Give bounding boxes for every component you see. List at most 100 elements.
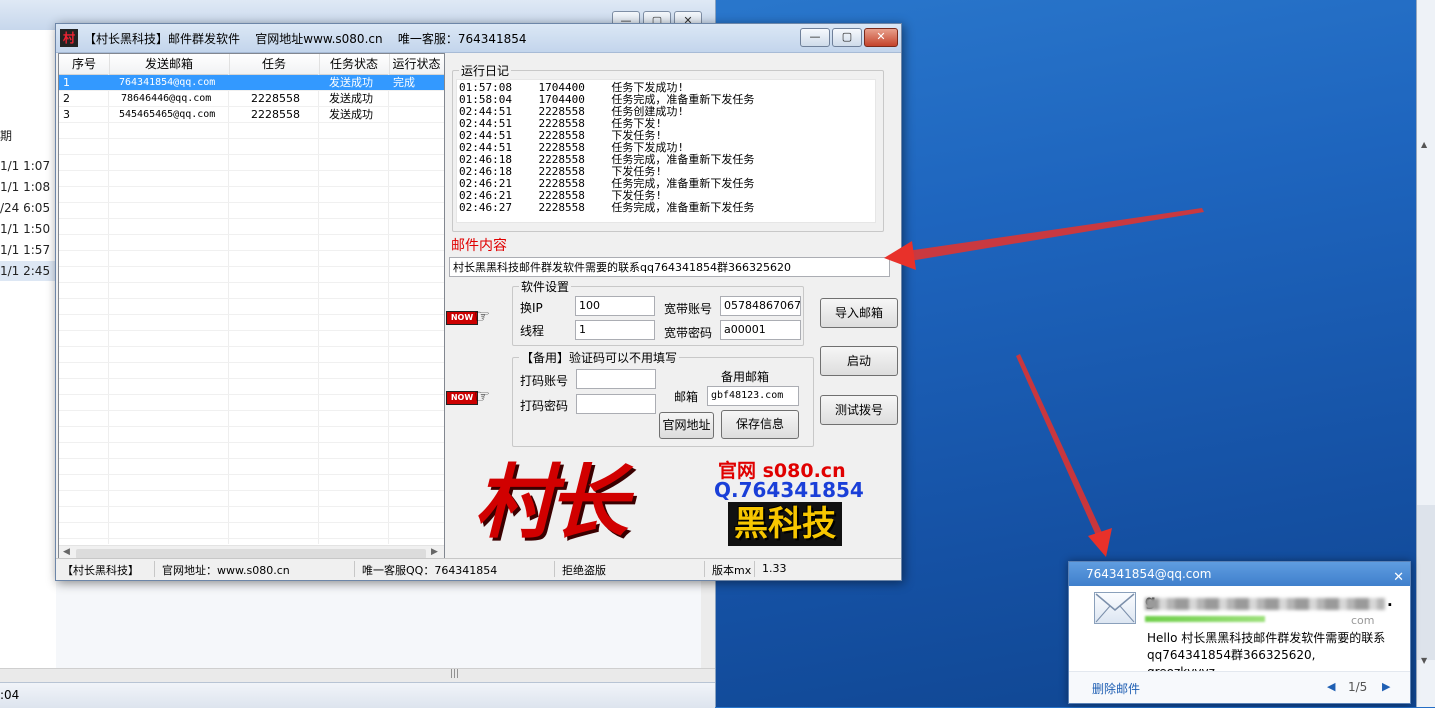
background-status-bar: :04 xyxy=(0,682,715,708)
notification-header: 764341854@qq.com ✕ xyxy=(1069,562,1410,586)
banner-tech-text: 黑科技 xyxy=(728,502,842,546)
backup-mail-label: 备用邮箱 xyxy=(721,370,770,384)
table-row[interactable]: 1 764341854@qq.com 发送成功 完成 xyxy=(59,75,444,90)
grid-line xyxy=(59,266,444,267)
right-edge-scroll-track[interactable] xyxy=(1417,505,1435,660)
background-row-time[interactable]: 1/1 1:08 xyxy=(0,177,56,197)
envelope-icon xyxy=(1094,592,1136,624)
software-settings-caption: 软件设置 xyxy=(519,278,572,295)
grid-line xyxy=(59,250,444,251)
sender-tail: . xyxy=(1387,592,1393,610)
pointing-hand-icon: ☞ xyxy=(474,306,491,327)
status-version-label: 版本mx xyxy=(712,564,752,577)
broadband-password-input[interactable]: a00001 xyxy=(720,320,801,340)
grid-line xyxy=(59,218,444,219)
run-log-textarea[interactable]: 01:57:08 1704400 任务下发成功! 01:58:04 170440… xyxy=(456,79,876,223)
row-no: 3 xyxy=(63,108,70,121)
banner-qq-text: Q.764341854 xyxy=(714,478,864,502)
mailbox-input[interactable]: gbf48123.com xyxy=(707,386,799,406)
grid-line xyxy=(59,362,444,363)
save-info-button[interactable]: 保存信息 xyxy=(721,410,799,439)
brand-banner: 村长 官网 s080.cn Q.764341854 黑科技 xyxy=(456,452,900,556)
grid-line xyxy=(59,394,444,395)
grid-line xyxy=(59,522,444,523)
background-row-time[interactable]: 1/1 1:50 xyxy=(0,219,56,239)
thread-input[interactable]: 1 xyxy=(575,320,655,340)
mailbox-label: 邮箱 xyxy=(674,390,699,404)
close-icon[interactable]: ✕ xyxy=(1393,566,1404,590)
status-anti-piracy: 拒绝盗版 xyxy=(562,564,606,577)
column-header-task-status[interactable]: 任务状态 xyxy=(319,54,390,74)
row-no: 2 xyxy=(63,92,70,105)
scroll-down-arrow-icon[interactable]: ▼ xyxy=(1421,656,1427,665)
grid-line xyxy=(59,234,444,235)
captcha-password-label: 打码密码 xyxy=(520,399,569,413)
row-task-status: 发送成功 xyxy=(329,92,373,105)
background-horizontal-scrollbar[interactable]: ||| xyxy=(0,668,715,683)
row-run-status xyxy=(393,91,443,106)
import-mailbox-button[interactable]: 导入邮箱 xyxy=(820,298,898,328)
status-brand: 【村长黑科技】 xyxy=(62,564,139,577)
grid-line xyxy=(59,138,444,139)
pointing-hand-icon: ☞ xyxy=(474,386,491,407)
mail-content-input[interactable]: 村长黑黑科技邮件群发软件需要的联系qq764341854群366325620 xyxy=(449,257,890,277)
sender-domain: com xyxy=(1351,614,1375,627)
background-row-time[interactable]: 1/1 1:57 xyxy=(0,240,56,260)
official-site-button[interactable]: 官网地址 xyxy=(659,412,714,439)
now-pointer: NOW ☞ xyxy=(446,386,506,408)
grid-line xyxy=(59,506,444,507)
prev-arrow-icon[interactable]: ◀ xyxy=(1327,680,1335,693)
background-row-time[interactable]: /24 6:05 xyxy=(0,198,56,218)
column-header-email[interactable]: 发送邮箱 xyxy=(109,54,230,74)
maximize-button[interactable]: ▢ xyxy=(832,28,862,47)
list-header: 序号 发送邮箱 任务 任务状态 运行状态 xyxy=(59,54,444,75)
delete-mail-link[interactable]: 删除邮件 xyxy=(1092,680,1140,697)
mail-notification-popup[interactable]: 764341854@qq.com ✕ g . com Hello 村长黑黑科技邮… xyxy=(1068,561,1411,704)
broadband-account-input[interactable]: 057848670675 xyxy=(720,296,801,316)
scroll-left-arrow-icon[interactable]: ◀ xyxy=(63,547,70,557)
table-row[interactable]: 3 545465465@qq.com 2228558 发送成功 xyxy=(59,107,444,122)
captcha-account-label: 打码账号 xyxy=(520,374,569,388)
grid-line xyxy=(59,330,444,331)
scroll-right-arrow-icon[interactable]: ▶ xyxy=(431,547,438,557)
start-button[interactable]: 启动 xyxy=(820,346,898,376)
grid-line xyxy=(59,458,444,459)
grid-line xyxy=(59,538,444,539)
grid-line xyxy=(59,298,444,299)
ip-label: 换IP xyxy=(520,301,543,315)
scroll-up-arrow-icon[interactable]: ▲ xyxy=(1421,140,1427,149)
column-header-no[interactable]: 序号 xyxy=(59,54,110,74)
background-row-time-selected[interactable]: 1/1 2:45 xyxy=(0,261,56,281)
app-status-bar: 【村长黑科技】 官网地址：www.s080.cn 唯一客服QQ：76434185… xyxy=(56,558,901,579)
grid-line xyxy=(59,170,444,171)
captcha-account-input[interactable] xyxy=(576,369,656,389)
arrow-to-mail-content xyxy=(884,208,1204,270)
column-header-task[interactable]: 任务 xyxy=(229,54,320,74)
minimize-button[interactable]: — xyxy=(800,28,830,47)
background-row-time[interactable]: 1/1 1:07 xyxy=(0,156,56,176)
background-column-header[interactable]: 期 xyxy=(0,126,56,146)
ip-input[interactable]: 100 xyxy=(575,296,655,316)
right-window-edge: ▲ ▼ xyxy=(1416,0,1435,707)
row-task: 2228558 xyxy=(251,92,300,105)
notification-page-counter: 1/5 xyxy=(1348,680,1368,694)
table-row[interactable]: 2 78646446@qq.com 2228558 发送成功 xyxy=(59,91,444,106)
broadband-password-label: 宽带密码 xyxy=(664,326,713,340)
mail-content-label: 邮件内容 xyxy=(451,238,507,254)
log-line: 02:46:27 2228558 任务完成，准备重新下发任务 xyxy=(459,201,755,214)
grid-line xyxy=(59,442,444,443)
test-dial-button[interactable]: 测试拨号 xyxy=(820,395,898,425)
email-task-list[interactable]: 序号 发送邮箱 任务 任务状态 运行状态 1 764341854@qq.com … xyxy=(58,53,445,562)
app-titlebar[interactable]: 村 【村长黑科技】邮件群发软件 官网地址www.s080.cn 唯一客服：764… xyxy=(56,24,901,53)
column-header-run-status[interactable]: 运行状态 xyxy=(389,54,444,74)
app-title: 【村长黑科技】邮件群发软件 官网地址www.s080.cn 唯一客服：76434… xyxy=(84,32,527,46)
next-arrow-icon[interactable]: ▶ xyxy=(1382,680,1390,693)
blurred-sender-name xyxy=(1145,598,1385,610)
arrow-to-notification xyxy=(1016,354,1112,557)
close-button[interactable]: ✕ xyxy=(864,28,898,47)
row-task: 2228558 xyxy=(251,108,300,121)
grid-line xyxy=(59,346,444,347)
grid-line xyxy=(59,186,444,187)
grid-line xyxy=(59,426,444,427)
captcha-password-input[interactable] xyxy=(576,394,656,414)
